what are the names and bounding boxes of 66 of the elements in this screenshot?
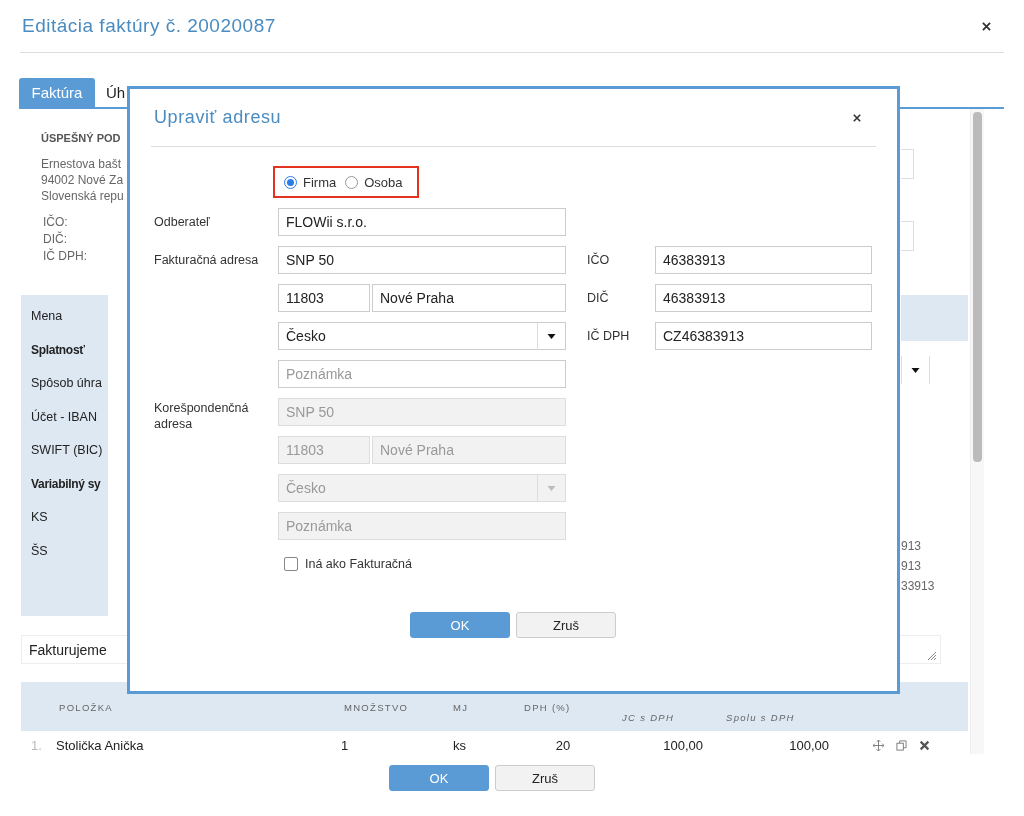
field-label: Fakturačná adresa <box>154 253 260 267</box>
delete-icon[interactable] <box>919 740 930 751</box>
scrollbar[interactable] <box>970 109 984 754</box>
table-cell-text: 100,00 <box>788 738 829 753</box>
address-line: Ernestova bašt <box>41 156 123 172</box>
select-field[interactable]: Česko <box>278 322 566 350</box>
row-number: 1. <box>30 738 43 753</box>
id-value: 913 <box>901 538 923 555</box>
resize-grip-icon[interactable] <box>926 650 936 660</box>
id-value: 33913 <box>901 578 936 595</box>
field-label: IČ DPH <box>587 329 631 343</box>
column-header: MNOŽSTVO <box>344 702 409 713</box>
input-field[interactable]: 11803 <box>278 284 370 312</box>
column-header: DPH (%) <box>524 702 571 713</box>
id-label: IČ DPH: <box>43 248 88 265</box>
input-field[interactable] <box>901 221 914 251</box>
radio-label[interactable]: Osoba <box>364 174 403 190</box>
id-value: 913 <box>901 558 923 575</box>
column-header: Spolu s DPH <box>726 712 795 723</box>
move-icon[interactable] <box>873 740 884 751</box>
cancel-button[interactable]: Zruš <box>516 612 616 638</box>
field-label: Mena <box>31 308 63 325</box>
input-field[interactable]: CZ46383913 <box>655 322 872 350</box>
field-label: Korešpondenčná adresa <box>154 400 250 432</box>
table-cell-text: 100,00 <box>662 738 703 753</box>
copy-icon[interactable] <box>896 740 907 751</box>
address-line: Slovenská repu <box>41 188 125 204</box>
column-header: JC s DPH <box>622 712 675 723</box>
field-label: SWIFT (BIC) <box>31 442 103 459</box>
window-title: Editácia faktúry č. 20020087 <box>22 15 276 37</box>
field-label: Spôsob úhra <box>31 375 102 392</box>
radio-label[interactable]: Firma <box>303 174 337 190</box>
table-cell-text: 1 <box>341 738 350 753</box>
close-icon[interactable] <box>982 21 991 31</box>
field-label: KS <box>31 509 48 526</box>
input-field[interactable]: Nové Praha <box>372 284 566 312</box>
checkbox[interactable] <box>284 557 298 571</box>
input-field[interactable]: FLOWii s.r.o. <box>278 208 566 236</box>
input-field[interactable] <box>901 149 914 179</box>
field-label: ŠS <box>31 542 48 560</box>
field-label: DIČ <box>587 291 610 305</box>
table-cell-text: 20 <box>554 738 572 753</box>
id-label: IČO: <box>43 214 69 231</box>
field-label: Účet - IBAN <box>31 408 97 426</box>
scrollbar-thumb[interactable] <box>973 112 982 462</box>
field-label: Splatnosť <box>31 341 85 359</box>
caret-icon <box>911 367 920 373</box>
cancel-button[interactable]: Zruš <box>495 765 595 791</box>
input-field[interactable]: 46383913 <box>655 246 872 274</box>
seller-name: ÚSPEŠNÝ POD <box>41 132 122 144</box>
id-label: DIČ: <box>43 231 68 248</box>
address-line: 94002 Nové Za <box>41 172 125 188</box>
field-label: Odberateľ <box>154 215 211 229</box>
field-label: IČO <box>587 253 611 267</box>
close-icon[interactable] <box>853 113 861 122</box>
tab[interactable]: Úh <box>95 78 137 107</box>
column-header: MJ <box>453 702 469 713</box>
table-cell-text: ks <box>453 738 467 753</box>
checkbox-label[interactable]: Iná ako Fakturačná <box>305 557 412 571</box>
input-field[interactable]: 46383913 <box>655 284 872 312</box>
input-field[interactable]: SNP 50 <box>278 246 566 274</box>
table-cell-text: Stolička Anička <box>56 738 145 753</box>
dialog-title: Upraviť adresu <box>154 107 282 128</box>
column-header: POLOŽKA <box>59 702 113 713</box>
field-label: Variabilný sy <box>31 475 101 493</box>
panel-strip <box>901 295 968 341</box>
